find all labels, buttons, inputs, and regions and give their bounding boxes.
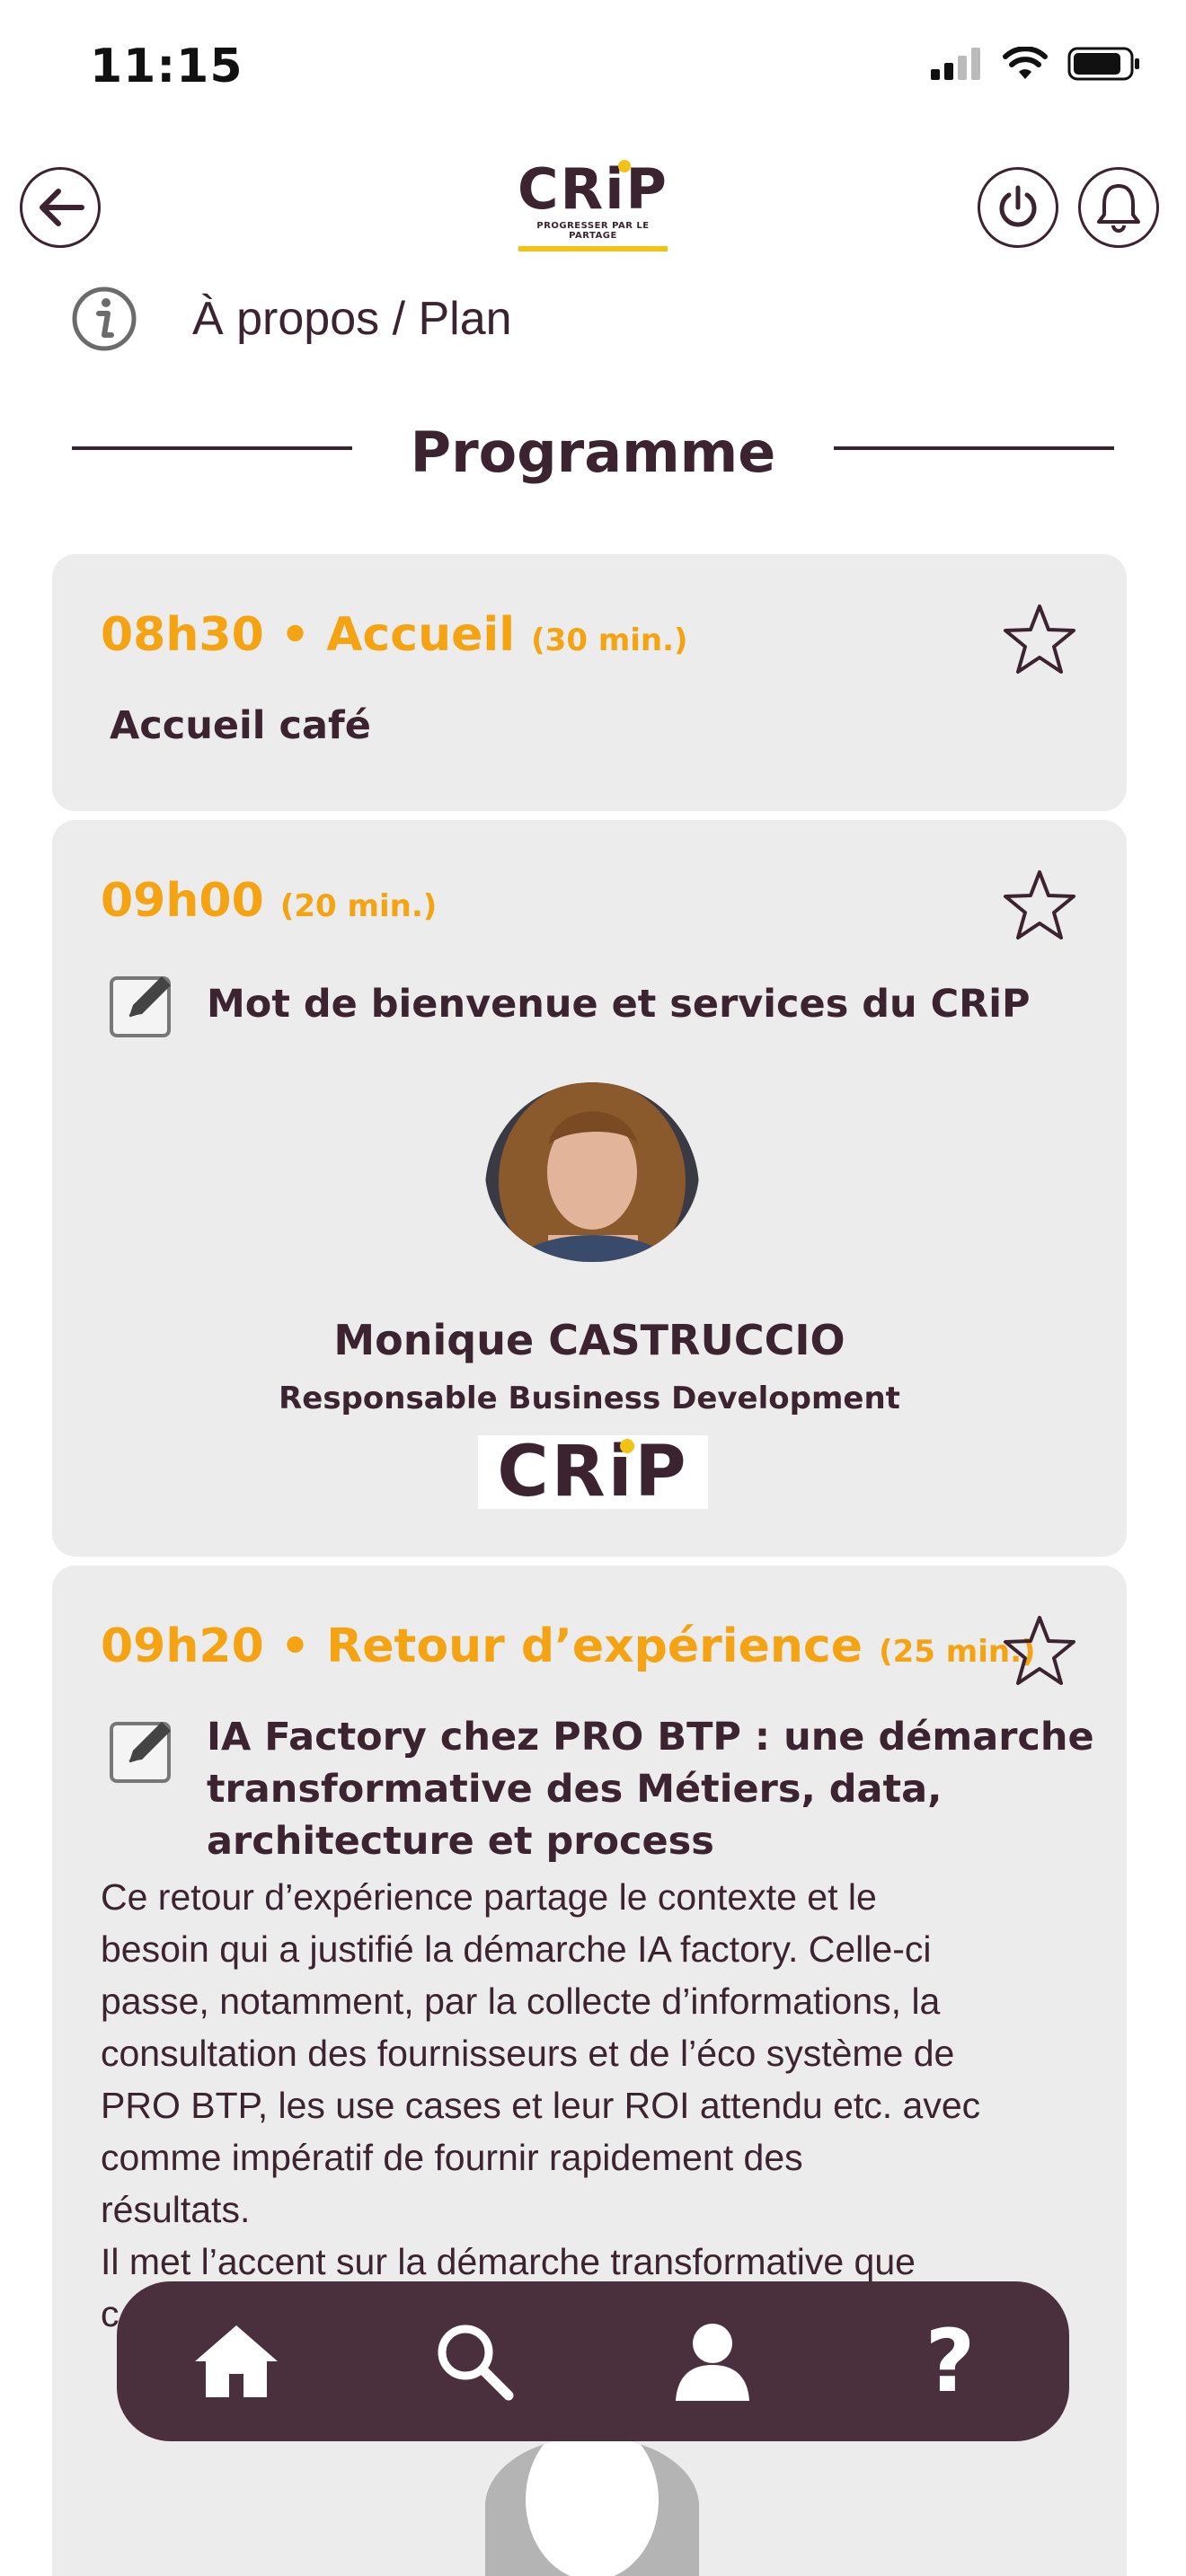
signal-icon [931,48,980,80]
speaker-avatar-placeholder[interactable] [485,2437,699,2576]
bell-icon [1097,184,1140,233]
programme-heading: Programme [0,409,1186,498]
session-duration: (20 min.) [279,888,438,924]
company-logo-dot [620,1439,634,1453]
session-description: Ce retour d’expérience partage le contex… [101,1871,1107,2340]
heading-divider-right [834,446,1114,450]
description-line: résultats. [101,2189,251,2230]
session-time-label: 09h00 [101,874,264,928]
description-line: Ce retour d’expérience partage le contex… [101,1876,877,1918]
speaker-photo [485,1082,699,1262]
speaker-name: Monique CASTRUCCIO [333,1316,845,1364]
back-button[interactable] [20,167,101,248]
help-icon: ? [925,2311,976,2412]
session-title: IA Factory chez PRO BTP : une démarche t… [207,1711,1094,1867]
logout-button[interactable] [978,167,1058,248]
speaker-role: Responsable Business Development [279,1381,900,1416]
about-label: À propos / Plan [192,293,512,345]
session-card[interactable]: 08h30 • Accueil (30 min.) Accueil café [52,554,1127,811]
favorite-star-icon[interactable] [1001,601,1078,678]
logo-wordmark: CRiP [518,156,668,222]
crip-logo: CRiP PROGRESSER PAR LE PARTAGE [512,156,674,260]
company-logo-text: CRiP [497,1432,689,1513]
home-icon [194,2325,278,2397]
session-time-label: 09h20 • Retour d’expérience [101,1619,863,1673]
description-line: comme impératif de fournir rapidement de… [101,2137,803,2178]
description-line: passe, notamment, par la collecte d’info… [101,1981,941,2022]
company-logo: CRiP [478,1435,708,1509]
nav-search-button[interactable] [407,2294,542,2429]
user-icon [675,2324,749,2401]
wifi-icon [1003,47,1048,79]
favorite-star-icon[interactable] [1001,1612,1078,1689]
description-line: besoin qui a justifié la démarche IA fac… [101,1928,932,1970]
battery-icon [1067,47,1139,81]
session-time: 09h00 (20 min.) [101,874,437,928]
section-title: Programme [410,419,776,485]
user-silhouette-icon [485,2437,699,2576]
session-time-label: 08h30 • Accueil [101,608,516,662]
notifications-button[interactable] [1078,167,1159,248]
session-time: 09h20 • Retour d’expérience (25 min.) [101,1619,1036,1673]
logo-dot [618,160,631,172]
nav-help-button[interactable]: ? [883,2294,1018,2429]
power-icon [999,185,1037,227]
about-link[interactable]: À propos / Plan [70,283,512,355]
edit-note-icon[interactable] [108,969,178,1039]
status-time: 11:15 [90,40,243,93]
speaker-avatar[interactable] [485,1082,699,1262]
bottom-nav: ? [117,2281,1069,2441]
status-bar: 11:15 [0,0,1186,144]
logo-underline [518,246,668,251]
session-title-line: transformative des Métiers, data, [207,1767,943,1812]
search-icon [438,2325,513,2401]
session-duration: (30 min.) [531,622,688,658]
edit-note-icon[interactable] [108,1715,178,1785]
description-line: consultation des fournisseurs et de l’éc… [101,2033,955,2074]
nav-profile-button[interactable] [645,2294,780,2429]
status-icons [931,47,1141,81]
nav-home-button[interactable] [169,2294,304,2429]
session-title-line: architecture et process [207,1819,714,1864]
session-card[interactable]: 09h00 (20 min.) Mot de bienvenue et serv… [52,820,1127,1557]
logo-tagline: PROGRESSER PAR LE PARTAGE [536,221,650,241]
session-title: Mot de bienvenue et services du CRiP [207,982,1031,1027]
session-time: 08h30 • Accueil (30 min.) [101,608,688,662]
info-icon [72,287,137,351]
favorite-star-icon[interactable] [1001,867,1078,944]
arrow-left-icon [40,189,84,226]
description-line: Il met l’accent sur la démarche transfor… [101,2241,916,2282]
description-line: PRO BTP, les use cases et leur ROI atten… [101,2085,981,2126]
session-title-line: IA Factory chez PRO BTP : une démarche [207,1715,1094,1760]
session-title: Accueil café [110,703,371,748]
